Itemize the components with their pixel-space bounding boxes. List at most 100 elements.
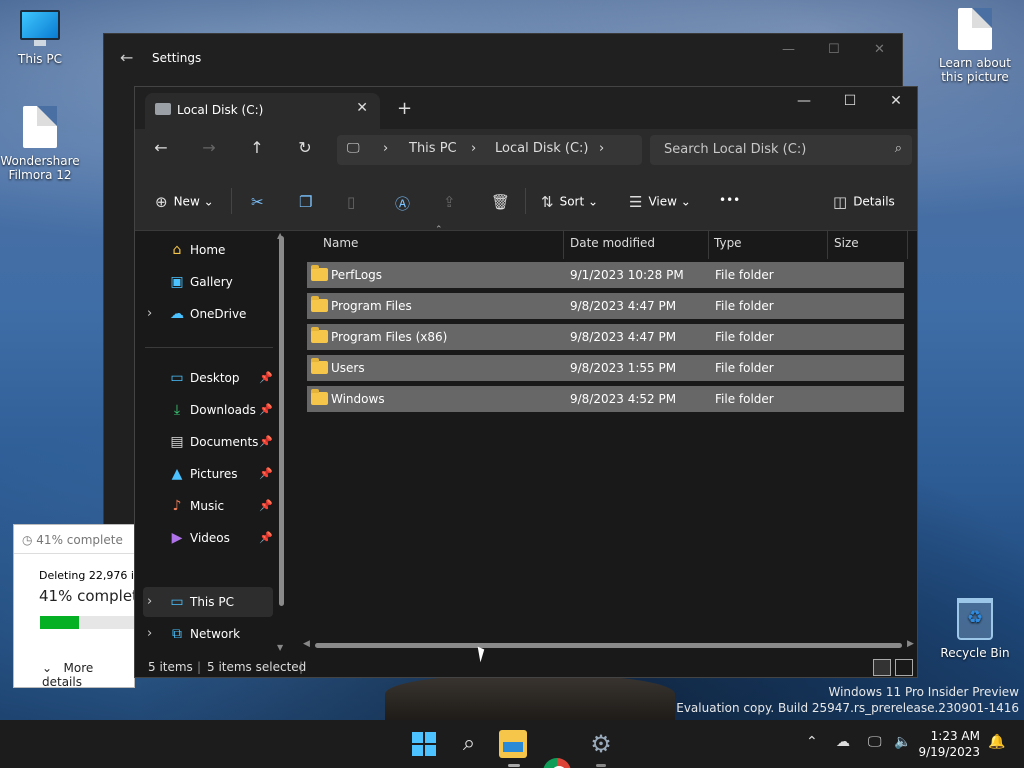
- delete-progress-dialog[interactable]: ◷ 41% complete Deleting 22,976 ite 41% c…: [13, 524, 147, 689]
- file-type: File folder: [715, 299, 774, 313]
- chevron-right-icon[interactable]: ›: [383, 141, 388, 156]
- refresh-icon[interactable]: ↻: [293, 138, 317, 157]
- sort-button[interactable]: ⇅ Sort ⌄: [541, 193, 598, 211]
- nav-item-music[interactable]: ♪ Music 📌: [135, 491, 275, 521]
- table-row[interactable]: Program Files (x86) 9/8/2023 4:47 PM File …: [307, 324, 904, 350]
- chrome-taskbar-icon[interactable]: [543, 758, 571, 768]
- breadcrumb-this-pc[interactable]: This PC: [409, 141, 457, 156]
- horizontal-scrollbar[interactable]: [315, 643, 902, 648]
- view-button[interactable]: ☰ View ⌄: [629, 193, 691, 211]
- column-divider[interactable]: [708, 231, 709, 259]
- close-icon[interactable]: ✕: [881, 93, 911, 109]
- share-button[interactable]: ⇪: [443, 193, 462, 211]
- details-view-toggle[interactable]: [873, 659, 891, 676]
- file-name: PerfLogs: [331, 268, 383, 282]
- up-icon[interactable]: ↑: [245, 138, 269, 157]
- chevron-right-icon[interactable]: ›: [471, 141, 476, 156]
- nav-item-videos[interactable]: ▶ Videos 📌: [135, 523, 275, 553]
- chevron-right-icon[interactable]: ›: [599, 141, 604, 156]
- chevron-right-icon[interactable]: ›: [147, 594, 152, 609]
- pin-icon: 📌: [259, 435, 273, 448]
- nav-item-pictures[interactable]: ▲ Pictures 📌: [135, 459, 275, 489]
- file-explorer-window[interactable]: Local Disk (C:) ✕ + — ☐ ✕ ← → ↑ ↻ 🖵 › Th…: [134, 86, 918, 678]
- desktop-icon-this-pc[interactable]: This PC: [0, 10, 80, 66]
- breadcrumb[interactable]: 🖵 › This PC › Local Disk (C:) ›: [337, 135, 642, 165]
- close-icon[interactable]: ✕: [874, 42, 885, 57]
- forward-icon[interactable]: →: [197, 138, 221, 157]
- music-icon: ♪: [172, 498, 182, 514]
- nav-item-documents[interactable]: ▤ Documents 📌: [135, 427, 275, 457]
- network-icon[interactable]: 🖵: [868, 734, 882, 750]
- search-icon[interactable]: ⌕: [455, 730, 483, 758]
- start-button[interactable]: [410, 730, 438, 758]
- file-type: File folder: [715, 330, 774, 344]
- clock-date: 9/19/2023: [918, 745, 980, 759]
- new-button[interactable]: ⊕ New ⌄: [155, 193, 214, 211]
- more-details-button[interactable]: ⌄ More details: [42, 661, 134, 689]
- onedrive-icon[interactable]: ☁: [836, 734, 850, 750]
- more-options-button[interactable]: •••: [719, 193, 740, 207]
- volume-icon[interactable]: 🔈: [894, 734, 911, 750]
- nav-item-downloads[interactable]: ⤓ Downloads 📌: [135, 395, 275, 425]
- status-divider: |: [197, 660, 202, 674]
- scroll-left-icon[interactable]: ◀: [303, 639, 310, 649]
- selected-count: 5 items selected: [207, 660, 307, 674]
- minimize-icon[interactable]: —: [789, 93, 819, 109]
- column-divider[interactable]: [827, 231, 828, 259]
- status-divider: |: [299, 660, 304, 674]
- nav-item-gallery[interactable]: ▣ Gallery: [135, 267, 275, 297]
- back-arrow-icon[interactable]: ←: [120, 48, 133, 67]
- search-input[interactable]: Search Local Disk (C:) ⌕: [650, 135, 912, 165]
- scroll-down-icon[interactable]: ▼: [277, 643, 283, 652]
- scroll-right-icon[interactable]: ▶: [907, 639, 914, 649]
- nav-scrollbar[interactable]: [279, 236, 284, 606]
- maximize-icon[interactable]: ☐: [835, 93, 865, 109]
- delete-button[interactable]: 🗑: [491, 193, 516, 211]
- close-tab-icon[interactable]: ✕: [356, 100, 368, 116]
- maximize-icon[interactable]: ☐: [828, 42, 840, 57]
- nav-item-onedrive[interactable]: › ☁ OneDrive: [135, 299, 275, 329]
- cut-button[interactable]: ✂: [251, 193, 270, 211]
- table-row[interactable]: PerfLogs 9/1/2023 10:28 PM File folder: [307, 262, 904, 288]
- tab-local-disk[interactable]: Local Disk (C:) ✕: [145, 93, 380, 129]
- column-header-type[interactable]: Type: [714, 236, 742, 250]
- copy-button[interactable]: ❐: [299, 193, 318, 211]
- rename-button[interactable]: Ⓐ: [395, 193, 416, 214]
- chevron-right-icon[interactable]: ›: [147, 626, 152, 641]
- breadcrumb-local-disk[interactable]: Local Disk (C:): [495, 141, 588, 156]
- column-divider[interactable]: [563, 231, 564, 259]
- desktop-icon-learn[interactable]: Learn about this picture: [935, 8, 1015, 84]
- details-button[interactable]: ◫ Details: [833, 193, 895, 211]
- file-explorer-taskbar-icon[interactable]: [499, 730, 527, 758]
- column-header-size[interactable]: Size: [834, 236, 859, 250]
- chevron-right-icon[interactable]: ›: [147, 306, 152, 321]
- column-divider[interactable]: [907, 231, 908, 259]
- progress-percent: 41% complete: [39, 587, 148, 605]
- minimize-icon[interactable]: —: [782, 42, 795, 57]
- chevron-up-icon[interactable]: ⌃: [806, 734, 818, 750]
- nav-item-home[interactable]: ⌂ Home: [135, 235, 275, 265]
- nav-item-network[interactable]: › ⧉ Network: [135, 619, 275, 649]
- desktop-icon-filmora[interactable]: Wondershare Filmora 12: [0, 106, 80, 182]
- column-header-name[interactable]: Name: [323, 236, 358, 250]
- column-header-date[interactable]: Date modified: [570, 236, 655, 250]
- nav-item-this-pc[interactable]: › ▭ This PC: [143, 587, 273, 617]
- desktop-icon-recycle-bin[interactable]: ♻ Recycle Bin: [935, 598, 1015, 660]
- copy-icon: ❐: [299, 193, 313, 211]
- clock[interactable]: 1:23 AM 9/19/2023: [918, 728, 980, 760]
- divider: [14, 553, 134, 554]
- table-row[interactable]: Users 9/8/2023 1:55 PM File folder: [307, 355, 904, 381]
- nav-label: Home: [190, 243, 226, 257]
- settings-taskbar-icon[interactable]: ⚙: [587, 730, 615, 758]
- back-icon[interactable]: ←: [149, 138, 173, 157]
- nav-item-desktop[interactable]: ▭ Desktop 📌: [135, 363, 275, 393]
- notification-bell-icon[interactable]: 🔔: [988, 734, 1005, 750]
- paste-button[interactable]: ▯: [347, 193, 361, 211]
- table-row[interactable]: Windows 9/8/2023 4:52 PM File folder: [307, 386, 904, 412]
- divider: [145, 347, 273, 348]
- new-tab-icon[interactable]: +: [397, 98, 412, 119]
- table-row[interactable]: Program Files 9/8/2023 4:47 PM File folder: [307, 293, 904, 319]
- tiles-view-toggle[interactable]: [895, 659, 913, 676]
- tab-bar: Local Disk (C:) ✕ + — ☐ ✕: [135, 87, 917, 129]
- running-indicator: [508, 764, 520, 767]
